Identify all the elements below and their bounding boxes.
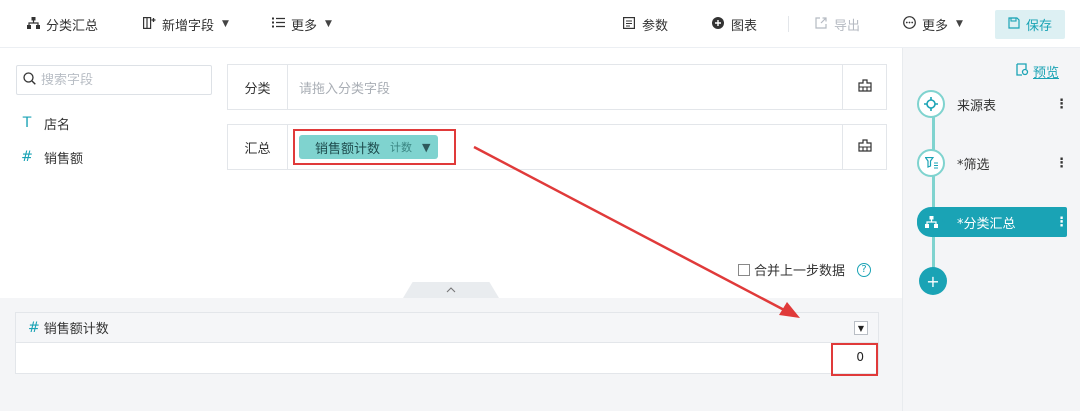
caret-down-icon: ▼ bbox=[325, 19, 332, 29]
group-summary-label: 分类汇总 bbox=[46, 18, 99, 34]
pipeline-connector bbox=[932, 104, 935, 280]
add-field-label: 新增字段 bbox=[162, 18, 215, 34]
text-type-icon: T bbox=[22, 115, 32, 131]
result-column-title: 销售额计数 bbox=[43, 322, 109, 337]
preview-label: 预览 bbox=[1033, 66, 1060, 81]
more-right-label: 更多 bbox=[922, 18, 949, 34]
field-item-store-name[interactable]: T 店名 bbox=[20, 112, 70, 134]
params-icon bbox=[622, 16, 636, 32]
search-icon bbox=[23, 71, 36, 89]
category-placeholder: 请拖入分类字段 bbox=[299, 81, 391, 97]
pipeline-panel: 预览 来源表 ⋮ *筛选 ⋮ *分类汇总 ⋮ + bbox=[902, 48, 1080, 411]
more-vertical-icon[interactable]: ⋮ bbox=[1055, 215, 1068, 230]
save-label: 保存 bbox=[1025, 19, 1052, 34]
category-row: 分类 请拖入分类字段 bbox=[227, 64, 887, 110]
more-left-label: 更多 bbox=[291, 18, 318, 34]
params-button[interactable]: 参数 bbox=[622, 0, 668, 48]
list-icon bbox=[271, 17, 285, 31]
field-search[interactable] bbox=[16, 65, 212, 95]
pipeline-step-source[interactable]: 来源表 ⋮ bbox=[917, 89, 1068, 119]
clear-icon bbox=[857, 78, 872, 96]
more-right-button[interactable]: 更多 ▼ bbox=[902, 0, 963, 48]
save-button[interactable]: 保存 bbox=[995, 10, 1065, 39]
field-item-label: 店名 bbox=[44, 117, 71, 133]
more-vertical-icon[interactable]: ⋮ bbox=[1055, 97, 1068, 112]
more-left-button[interactable]: 更多 ▼ bbox=[271, 0, 332, 48]
pipeline-step-filter[interactable]: *筛选 ⋮ bbox=[917, 148, 1068, 178]
result-column-header: # 销售额计数 ▼ bbox=[16, 313, 878, 343]
field-item-label: 销售额 bbox=[44, 151, 84, 167]
plus-circle-icon bbox=[711, 16, 725, 32]
table-row: 0 bbox=[16, 343, 878, 373]
number-type-icon: # bbox=[28, 319, 40, 336]
summary-label: 汇总 bbox=[228, 125, 288, 169]
clear-icon bbox=[857, 138, 872, 156]
export-label: 导出 bbox=[834, 18, 861, 34]
pipeline-step-label: *分类汇总 bbox=[957, 216, 1016, 232]
number-type-icon: # bbox=[21, 149, 33, 165]
chart-label: 图表 bbox=[731, 18, 758, 34]
category-drop-zone[interactable]: 请拖入分类字段 bbox=[289, 65, 842, 109]
group-summary-button[interactable]: 分类汇总 bbox=[26, 0, 98, 48]
target-icon bbox=[917, 90, 945, 118]
result-table: # 销售额计数 ▼ 0 bbox=[15, 312, 879, 374]
toolbar-divider bbox=[788, 16, 789, 32]
save-icon bbox=[1008, 16, 1020, 33]
preview-icon bbox=[1016, 63, 1029, 80]
caret-down-icon: ▼ bbox=[222, 19, 229, 29]
highlight-box-summary-field bbox=[293, 129, 456, 165]
field-panel: T 店名 # 销售额 bbox=[0, 48, 227, 298]
help-icon[interactable]: ? bbox=[857, 262, 872, 277]
export-icon bbox=[814, 16, 828, 32]
summary-clear-button[interactable] bbox=[842, 125, 886, 169]
result-preview-area: # 销售额计数 ▼ 0 bbox=[0, 298, 902, 411]
category-clear-button[interactable] bbox=[842, 65, 886, 109]
params-label: 参数 bbox=[642, 18, 669, 34]
preview-link[interactable]: 预览 bbox=[1016, 62, 1059, 81]
merge-previous-option[interactable]: 合并上一步数据 ? bbox=[738, 260, 872, 279]
pipeline-step-label: 来源表 bbox=[957, 98, 997, 114]
highlight-box-result-value bbox=[831, 343, 878, 376]
add-column-icon bbox=[142, 16, 156, 32]
filter-icon bbox=[917, 149, 945, 177]
merge-checkbox[interactable] bbox=[738, 263, 750, 276]
chevron-up-icon bbox=[446, 285, 456, 296]
toolbar: 分类汇总 新增字段 ▼ 更多 ▼ 参数 图表 导出 更多 ▼ 保存 bbox=[0, 0, 1080, 48]
search-input[interactable] bbox=[41, 72, 201, 88]
add-step-button[interactable]: + bbox=[919, 267, 947, 295]
column-menu-button[interactable]: ▼ bbox=[854, 321, 868, 335]
caret-down-icon: ▼ bbox=[956, 19, 963, 29]
more-vertical-icon[interactable]: ⋮ bbox=[1055, 156, 1068, 171]
collapse-handle[interactable] bbox=[403, 282, 499, 298]
category-label: 分类 bbox=[228, 65, 288, 109]
add-field-button[interactable]: 新增字段 ▼ bbox=[142, 0, 229, 48]
chart-button[interactable]: 图表 bbox=[711, 0, 757, 48]
export-button[interactable]: 导出 bbox=[814, 0, 860, 48]
more-circle-icon bbox=[902, 16, 916, 32]
pipeline-step-label: *筛选 bbox=[957, 157, 990, 173]
pipeline-step-group-summary[interactable]: *分类汇总 ⋮ bbox=[917, 207, 1068, 237]
merge-label: 合并上一步数据 bbox=[754, 264, 846, 279]
hierarchy-icon bbox=[26, 16, 40, 32]
hierarchy-icon bbox=[917, 208, 945, 236]
field-item-sales[interactable]: # 销售额 bbox=[20, 146, 83, 168]
